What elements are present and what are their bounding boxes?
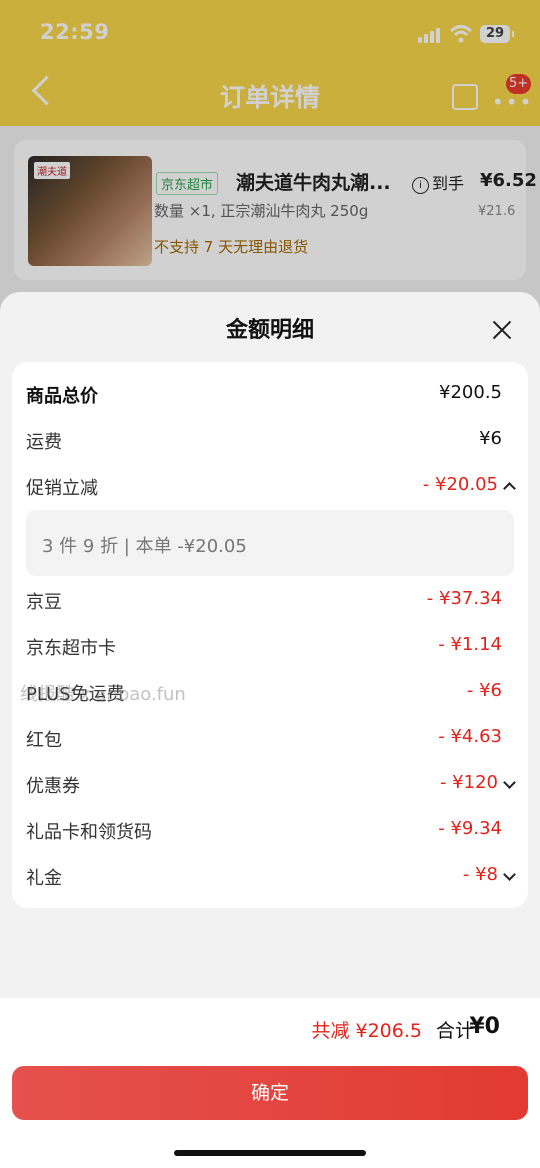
row-supermarket-card: 京东超市卡 - ¥1.14 xyxy=(26,632,514,662)
promo-detail-text: 3 件 9 折 | 本单 -¥20.05 xyxy=(42,536,247,557)
row-label: 优惠券 xyxy=(26,776,80,797)
summary-bar: 共减 ¥206.5 合计 ¥0 xyxy=(0,998,540,1060)
total-saved: 共减 ¥206.5 xyxy=(311,1020,422,1042)
row-gift-card: 礼品卡和领货码 - ¥9.34 xyxy=(26,816,514,846)
promo-detail-box: 3 件 9 折 | 本单 -¥20.05 xyxy=(26,510,514,576)
row-jingdou: 京豆 - ¥37.34 xyxy=(26,586,514,616)
row-label: 礼品卡和领货码 xyxy=(26,822,152,843)
close-icon[interactable] xyxy=(488,316,516,344)
row-label: 礼金 xyxy=(26,868,62,889)
amount-detail-card: 商品总价 ¥200.5 运费 ¥6 促销立减 - ¥20.05 3 件 9 折 … xyxy=(12,362,528,908)
row-label: 商品总价 xyxy=(26,386,98,407)
row-plus-free-shipping: PLUS免运费 - ¥6 xyxy=(26,678,514,708)
row-label: 红包 xyxy=(26,730,62,751)
confirm-button[interactable]: 确定 xyxy=(12,1066,528,1120)
row-red-packet: 红包 - ¥4.63 xyxy=(26,724,514,754)
row-goods-total: 商品总价 ¥200.5 xyxy=(26,380,514,410)
row-value: - ¥120 xyxy=(439,772,498,793)
row-promo-discount[interactable]: 促销立减 - ¥20.05 xyxy=(26,472,516,502)
total-value: ¥0 xyxy=(469,1014,500,1039)
total-label: 合计 xyxy=(435,1020,474,1042)
row-value: - ¥6 xyxy=(466,680,502,701)
row-value: - ¥20.05 xyxy=(422,474,498,495)
row-value: - ¥4.63 xyxy=(438,726,502,747)
chevron-up-icon[interactable] xyxy=(503,482,516,495)
row-shipping: 运费 ¥6 xyxy=(26,426,514,456)
row-label: 京东超市卡 xyxy=(26,638,116,659)
row-label: 运费 xyxy=(26,432,62,453)
footer-button-area: 确定 xyxy=(0,1060,540,1168)
row-value: - ¥9.34 xyxy=(438,818,502,839)
sheet-title: 金额明细 xyxy=(225,318,314,343)
row-label: 促销立减 xyxy=(26,478,98,499)
chevron-down-icon[interactable] xyxy=(503,868,516,881)
home-indicator xyxy=(174,1150,366,1156)
row-gift-money[interactable]: 礼金 - ¥8 xyxy=(26,862,516,892)
row-value: ¥6 xyxy=(479,428,502,449)
row-coupon[interactable]: 优惠券 - ¥120 xyxy=(26,770,516,800)
row-value: - ¥1.14 xyxy=(438,634,502,655)
row-label: PLUS免运费 xyxy=(26,684,125,705)
chevron-down-icon[interactable] xyxy=(503,776,516,789)
row-value: ¥200.5 xyxy=(439,382,502,403)
row-label: 京豆 xyxy=(26,592,62,613)
row-value: - ¥37.34 xyxy=(426,588,502,609)
row-value: - ¥8 xyxy=(462,864,498,885)
